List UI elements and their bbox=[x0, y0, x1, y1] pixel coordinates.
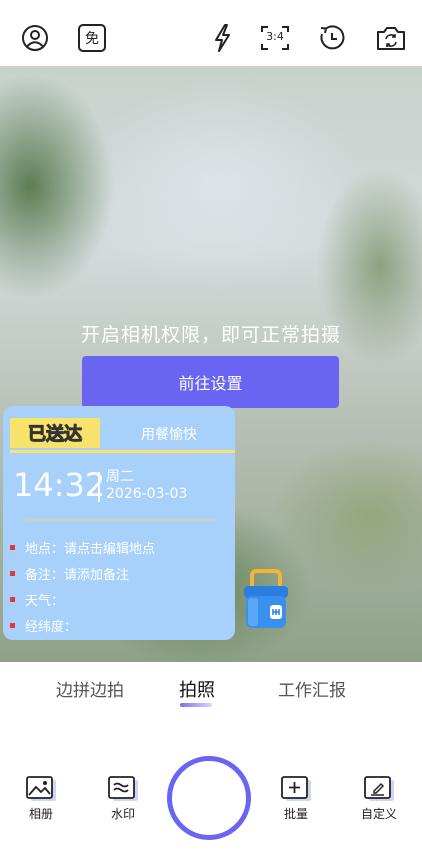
aspect-ratio-label: 3:4 bbox=[266, 30, 284, 43]
watermark-divider bbox=[10, 450, 235, 453]
location-text: 地点：请点击编辑地点 bbox=[25, 542, 156, 557]
permission-message: 开启相机权限，即可正常拍摄 bbox=[80, 324, 341, 346]
mode-tabs: 边拼边拍 拍照 工作汇报 bbox=[0, 662, 422, 722]
bullet bbox=[10, 597, 15, 602]
album-button[interactable]: 相册 bbox=[13, 776, 69, 822]
free-badge-icon[interactable]: 免 bbox=[76, 22, 108, 54]
coordinates-line: 经纬度： bbox=[10, 616, 77, 635]
bottom-toolbar: 相册 水印 批量 自定义 bbox=[0, 722, 422, 865]
free-badge-text: 免 bbox=[78, 24, 106, 52]
custom-label: 自定义 bbox=[360, 807, 397, 821]
edit-icon bbox=[364, 776, 394, 801]
tab-work-report[interactable]: 工作汇报 bbox=[278, 676, 346, 701]
watermark-weekday: 周二 bbox=[106, 469, 134, 485]
shutter-button[interactable] bbox=[167, 756, 251, 840]
location-line[interactable]: 地点：请点击编辑地点 bbox=[10, 538, 155, 557]
coordinates-text: 经纬度： bbox=[25, 620, 78, 635]
batch-label: 批量 bbox=[283, 807, 308, 821]
camera-screen: 免 3:4 开启相机权限，即可正常拍摄 前往设置 已送达 用餐愉快 14:32 … bbox=[0, 0, 422, 865]
batch-icon bbox=[281, 776, 311, 801]
time-separator bbox=[98, 472, 100, 502]
custom-button[interactable]: 自定义 bbox=[351, 776, 407, 822]
timer-icon[interactable] bbox=[316, 22, 348, 54]
aspect-ratio-icon[interactable]: 3:4 bbox=[259, 22, 291, 54]
watermark-tag: 已送达 bbox=[10, 418, 100, 448]
bullet bbox=[10, 623, 15, 628]
batch-button[interactable]: 批量 bbox=[268, 776, 324, 822]
watermark-card[interactable]: 已送达 用餐愉快 14:32 周二 2026-03-03 地点：请点击编辑地点 … bbox=[3, 406, 235, 640]
dotted-divider bbox=[23, 519, 213, 521]
user-icon[interactable] bbox=[19, 22, 51, 54]
watermark-button[interactable]: 水印 bbox=[95, 776, 151, 822]
weather-text: 天气： bbox=[25, 594, 65, 609]
active-tab-indicator bbox=[180, 703, 212, 707]
album-icon bbox=[26, 776, 56, 801]
tab-photo[interactable]: 拍照 bbox=[179, 676, 215, 702]
watermark-subtitle: 用餐愉快 bbox=[141, 427, 197, 443]
bullet bbox=[10, 545, 15, 550]
bullet bbox=[10, 571, 15, 576]
camera-preview: 开启相机权限，即可正常拍摄 前往设置 已送达 用餐愉快 14:32 周二 202… bbox=[0, 66, 422, 662]
watermark-date: 2026-03-03 bbox=[106, 486, 188, 502]
note-line[interactable]: 备注：请添加备注 bbox=[10, 564, 129, 583]
watermark-label: 水印 bbox=[110, 807, 135, 821]
watermark-icon bbox=[108, 776, 138, 801]
tab-side-by-side[interactable]: 边拼边拍 bbox=[56, 676, 124, 701]
flash-icon[interactable] bbox=[206, 22, 238, 54]
album-label: 相册 bbox=[28, 807, 53, 821]
cooler-box-icon bbox=[240, 568, 292, 636]
top-bar: 免 3:4 bbox=[0, 0, 422, 66]
watermark-time: 14:32 bbox=[13, 466, 106, 504]
weather-line: 天气： bbox=[10, 590, 64, 609]
switch-camera-icon[interactable] bbox=[375, 22, 407, 54]
note-text: 备注：请添加备注 bbox=[25, 568, 130, 583]
go-to-settings-button[interactable]: 前往设置 bbox=[82, 356, 339, 408]
